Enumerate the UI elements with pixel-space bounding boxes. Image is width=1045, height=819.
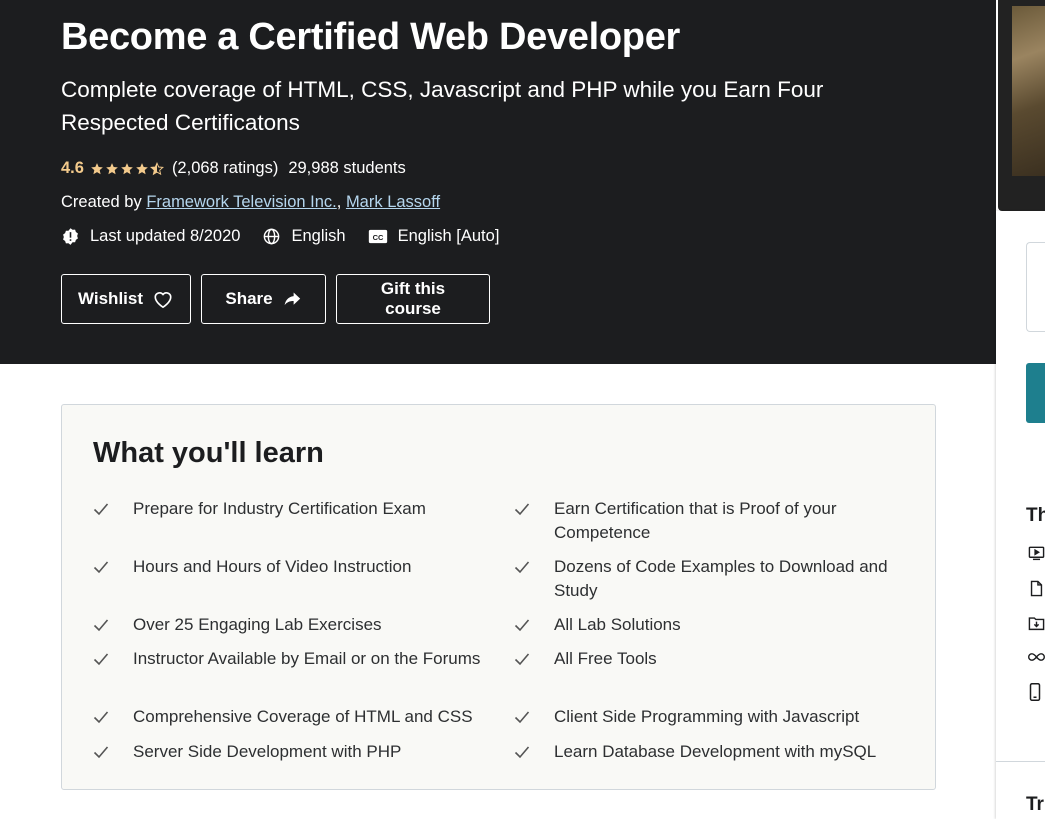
price-box	[1026, 242, 1045, 332]
course-header: Become a Certified Web Developer Complet…	[0, 0, 996, 364]
wishlist-label: Wishlist	[77, 289, 144, 308]
half-star-icon	[149, 161, 164, 175]
mobile-icon	[1029, 683, 1041, 701]
learn-item-text: Earn Certification that is Proof of your…	[554, 499, 837, 542]
learn-item: Hours and Hours of Video Instruction	[93, 555, 483, 581]
file-icon	[1030, 580, 1043, 597]
svg-text:CC: CC	[372, 233, 383, 242]
share-arrow-icon	[284, 292, 300, 306]
learn-item: Dozens of Code Examples to Download and …	[514, 555, 904, 603]
gift-course-button[interactable]: Gift this course	[336, 274, 490, 324]
what-youll-learn-box: What you'll learn Prepare for Industry C…	[61, 404, 936, 790]
includes-heading: Th	[1026, 505, 1045, 526]
checkmark-icon	[93, 555, 133, 581]
captions-text: English [Auto]	[397, 227, 500, 245]
learn-item-text: All Free Tools	[554, 649, 657, 668]
course-preview-thumbnail[interactable]	[998, 0, 1045, 211]
download-icon	[1028, 617, 1045, 631]
learn-item: Over 25 Engaging Lab Exercises	[93, 613, 483, 639]
card-divider	[996, 761, 1045, 762]
last-updated-text: Last updated 8/2020	[90, 227, 241, 245]
course-language: English	[262, 227, 346, 246]
learn-item: Learn Database Development with mySQL	[514, 740, 904, 766]
learn-item-text: All Lab Solutions	[554, 615, 681, 634]
alert-badge-icon	[63, 228, 78, 245]
checkmark-icon	[514, 497, 554, 545]
checkmark-icon	[514, 613, 554, 639]
wishlist-button[interactable]: Wishlist	[61, 274, 191, 324]
learn-item-text: Over 25 Engaging Lab Exercises	[133, 615, 382, 634]
checkmark-icon	[93, 705, 133, 731]
checkmark-icon	[93, 613, 133, 639]
rating-row: 4.6 (2,068 ratings) 29,988 students	[61, 159, 406, 178]
instructor-link[interactable]: Mark Lassoff	[346, 193, 440, 211]
checkmark-icon	[514, 705, 554, 731]
language-text: English	[291, 227, 346, 245]
heart-icon	[154, 292, 172, 309]
learn-item-text: Comprehensive Coverage of HTML and CSS	[133, 707, 473, 726]
learn-item: Prepare for Industry Certification Exam	[93, 497, 483, 523]
created-by-label: Created by	[61, 193, 142, 211]
course-meta: Last updated 8/2020 English CC English […	[61, 227, 521, 246]
share-button[interactable]: Share	[201, 274, 326, 324]
learn-item: Earn Certification that is Proof of your…	[514, 497, 904, 545]
star-rating	[90, 161, 165, 176]
checkmark-icon	[93, 740, 133, 766]
course-title: Become a Certified Web Developer	[61, 16, 681, 58]
learn-item: Server Side Development with PHP	[93, 740, 483, 766]
learn-item-text: Dozens of Code Examples to Download and …	[554, 557, 888, 600]
infinity-icon	[1028, 653, 1045, 661]
globe-icon	[264, 228, 280, 245]
course-captions: CC English [Auto]	[368, 227, 500, 246]
video-icon	[1028, 546, 1045, 561]
ratings-count[interactable]: (2,068 ratings)	[172, 159, 278, 178]
purchase-card: Th Tr	[996, 211, 1045, 819]
rating-number: 4.6	[61, 159, 84, 177]
learn-item: All Lab Solutions	[514, 613, 904, 639]
last-updated: Last updated 8/2020	[61, 227, 240, 246]
checkmark-icon	[514, 555, 554, 603]
closed-captions-icon: CC	[368, 229, 387, 244]
learn-title: What you'll learn	[93, 437, 324, 469]
instructor-separator: ,	[336, 193, 342, 211]
checkmark-icon	[93, 497, 133, 523]
learn-item: Comprehensive Coverage of HTML and CSS	[93, 705, 483, 731]
instructor-link[interactable]: Framework Television Inc.	[146, 193, 336, 211]
star-icon	[91, 162, 103, 174]
add-to-cart-button[interactable]	[1026, 363, 1045, 423]
gift-label: Gift this course	[380, 279, 446, 318]
star-icon	[121, 162, 133, 174]
training-heading: Tr	[1026, 794, 1044, 815]
course-subtitle: Complete coverage of HTML, CSS, Javascri…	[61, 77, 824, 135]
learn-item-text: Hours and Hours of Video Instruction	[133, 557, 412, 576]
learn-item: Instructor Available by Email or on the …	[93, 647, 483, 673]
star-icon	[106, 162, 118, 174]
learn-item-text: Learn Database Development with mySQL	[554, 742, 877, 761]
created-by-row: Created by Framework Television Inc., Ma…	[61, 193, 440, 212]
learn-item-text: Prepare for Industry Certification Exam	[133, 499, 426, 518]
learn-item-text: Client Side Programming with Javascript	[554, 707, 860, 726]
checkmark-icon	[514, 647, 554, 673]
learn-item-text: Server Side Development with PHP	[133, 742, 402, 761]
learn-item-text: Instructor Available by Email or on the …	[133, 649, 481, 668]
checkmark-icon	[514, 740, 554, 766]
checkmark-icon	[93, 647, 133, 673]
star-icon	[136, 162, 148, 174]
share-label: Share	[225, 289, 273, 308]
students-count: 29,988 students	[288, 159, 406, 177]
learn-item: Client Side Programming with Javascript	[514, 705, 904, 731]
preview-image	[1012, 6, 1045, 176]
learn-item: All Free Tools	[514, 647, 904, 673]
action-buttons: Wishlist Share Gift this course	[61, 274, 500, 324]
